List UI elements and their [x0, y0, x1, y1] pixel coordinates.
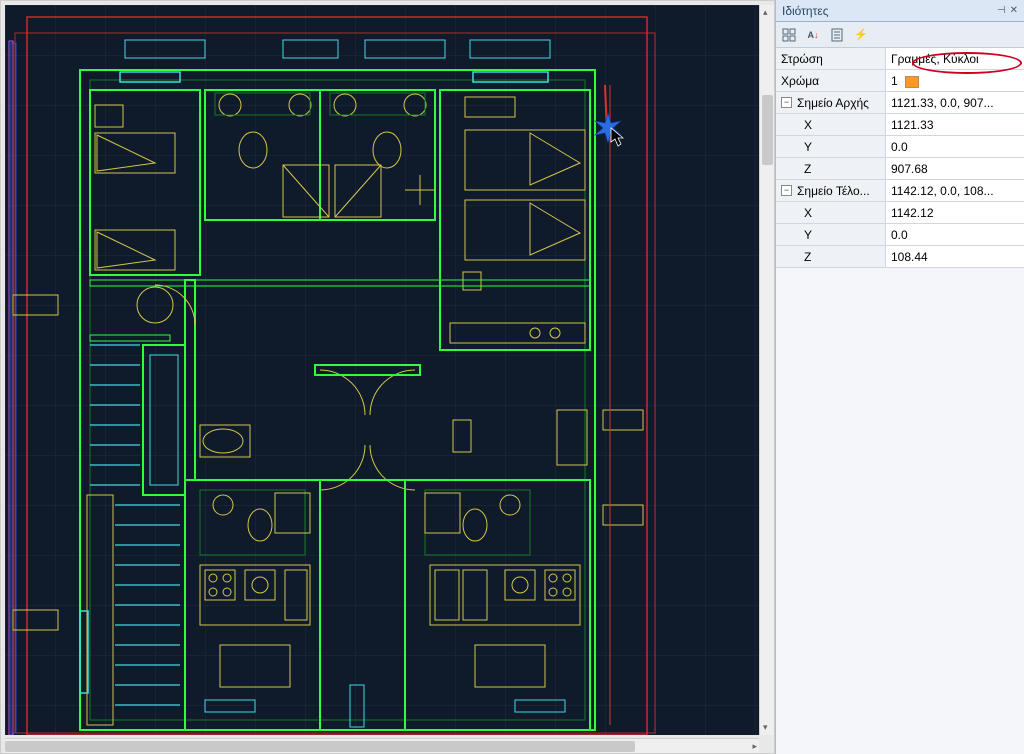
scroll-right-icon[interactable]: ▸ — [752, 741, 757, 752]
prop-start-value[interactable]: 1121.33, 0.0, 907... — [886, 92, 1024, 114]
scroll-down-icon[interactable]: ▾ — [763, 722, 768, 733]
vertical-scroll-thumb[interactable] — [762, 95, 773, 165]
prop-end-z-value[interactable]: 108.44 — [886, 246, 1024, 268]
prop-start-label[interactable]: − Σημείο Αρχής — [776, 92, 886, 114]
prop-start-x-value[interactable]: 1121.33 — [886, 114, 1024, 136]
horizontal-scrollbar[interactable]: ▸ — [5, 738, 759, 753]
floorplan-svg — [5, 5, 759, 735]
prop-end-z-label: Z — [776, 246, 886, 268]
drawing-viewport[interactable] — [5, 5, 759, 735]
events-button[interactable]: ⚡ — [852, 26, 870, 44]
prop-start-z-label: Z — [776, 158, 886, 180]
properties-grid: Στρώση Γραμμές, Κύκλοι Χρώμα 1 − Σημείο … — [776, 48, 1024, 268]
collapse-icon[interactable]: − — [781, 97, 792, 108]
vertical-scrollbar[interactable]: ▴ ▾ — [759, 5, 774, 735]
prop-start-y-label: Y — [776, 136, 886, 158]
prop-color-value-text: 1 — [891, 74, 898, 88]
prop-layer-value[interactable]: Γραμμές, Κύκλοι — [886, 48, 1024, 70]
prop-start-z-value[interactable]: 907.68 — [886, 158, 1024, 180]
alphabetical-button[interactable]: A↓ — [804, 26, 822, 44]
prop-end-x-label: X — [776, 202, 886, 224]
prop-end-y-value[interactable]: 0.0 — [886, 224, 1024, 246]
close-icon[interactable]: ✕ — [1010, 0, 1018, 22]
property-pages-button[interactable] — [828, 26, 846, 44]
prop-end-value[interactable]: 1142.12, 0.0, 108... — [886, 180, 1024, 202]
horizontal-scroll-thumb[interactable] — [5, 741, 635, 752]
properties-toolbar: A↓ ⚡ — [776, 22, 1024, 48]
prop-color-label: Χρώμα — [776, 70, 886, 92]
categorized-button[interactable] — [780, 26, 798, 44]
prop-color-value[interactable]: 1 — [886, 70, 1024, 92]
properties-panel: Ιδιότητες ⊣ ✕ A↓ ⚡ Στρώση Γραμμές, Κύκλο… — [775, 0, 1024, 754]
prop-end-y-label: Y — [776, 224, 886, 246]
prop-start-y-value[interactable]: 0.0 — [886, 136, 1024, 158]
color-swatch-icon — [905, 76, 919, 88]
prop-end-label-text: Σημείο Τέλο... — [797, 182, 870, 200]
properties-titlebar[interactable]: Ιδιότητες ⊣ ✕ — [776, 0, 1024, 22]
prop-end-x-value[interactable]: 1142.12 — [886, 202, 1024, 224]
prop-end-label[interactable]: − Σημείο Τέλο... — [776, 180, 886, 202]
prop-layer-label: Στρώση — [776, 48, 886, 70]
prop-start-x-label: X — [776, 114, 886, 136]
pin-icon[interactable]: ⊣ — [997, 0, 1006, 22]
prop-start-label-text: Σημείο Αρχής — [797, 94, 869, 112]
scroll-up-icon[interactable]: ▴ — [763, 7, 768, 18]
properties-title-label: Ιδιότητες — [782, 0, 828, 22]
drawing-area: ▴ ▾ ▸ — [0, 0, 775, 754]
collapse-icon[interactable]: − — [781, 185, 792, 196]
app-root: ▴ ▾ ▸ Ιδιότητες ⊣ ✕ A↓ ⚡ — [0, 0, 1024, 754]
